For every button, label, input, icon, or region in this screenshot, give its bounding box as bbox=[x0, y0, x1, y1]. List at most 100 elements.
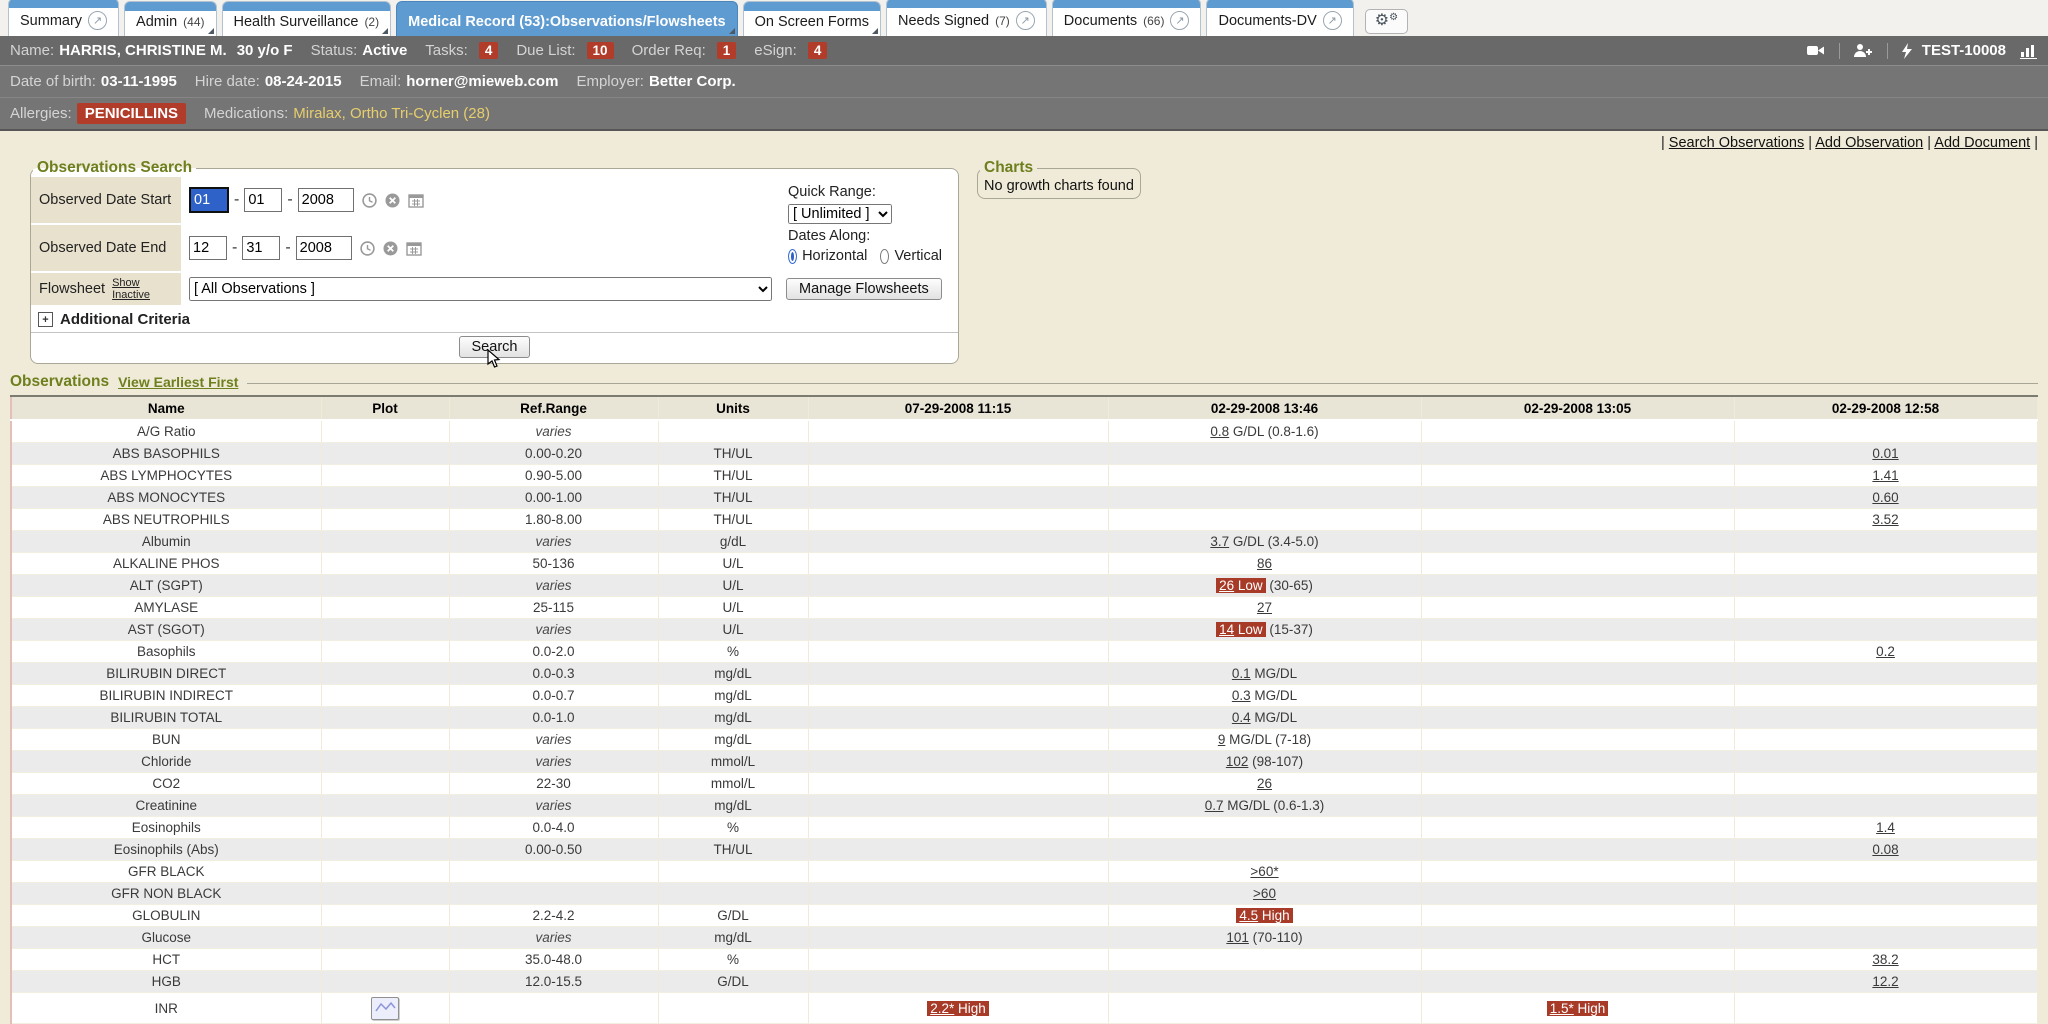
observation-value-link[interactable]: 1.41 bbox=[1872, 468, 1898, 483]
observation-value-link[interactable]: 0.60 bbox=[1872, 490, 1898, 505]
tab-health-surveillance[interactable]: Health Surveillance(2) bbox=[222, 1, 392, 36]
units: % bbox=[658, 949, 808, 971]
patient-name: HARRIS, CHRISTINE M. bbox=[59, 42, 227, 59]
date-separator: - bbox=[232, 239, 237, 257]
date-end-day-input[interactable] bbox=[242, 236, 280, 260]
medication-link[interactable]: Miralax bbox=[293, 105, 341, 122]
date-start-day-input[interactable] bbox=[244, 188, 282, 212]
observation-value-link[interactable]: >60 bbox=[1253, 886, 1276, 901]
observation-value-link[interactable]: 14 bbox=[1219, 622, 1234, 637]
observation-value-cell: 14 Low (15-37) bbox=[1108, 619, 1421, 641]
tab-documents-dv[interactable]: Documents-DV↗ bbox=[1206, 0, 1353, 36]
tab-needs-signed[interactable]: Needs Signed(7)↗ bbox=[886, 0, 1047, 36]
date-separator: - bbox=[234, 191, 239, 209]
tasks-badge[interactable]: 4 bbox=[479, 42, 499, 59]
observation-value-link[interactable]: 9 bbox=[1218, 732, 1226, 747]
bar-chart-icon[interactable] bbox=[2020, 43, 2038, 59]
tab-label: Summary bbox=[20, 13, 82, 29]
date-end-year-input[interactable] bbox=[296, 236, 352, 260]
observation-value-link[interactable]: 0.08 bbox=[1872, 842, 1898, 857]
allergy-badge[interactable]: PENICILLINS bbox=[77, 103, 186, 124]
calendar-icon[interactable] bbox=[406, 241, 422, 256]
clear-date-icon[interactable] bbox=[385, 193, 400, 208]
ref-range: 0.00-0.20 bbox=[449, 443, 658, 465]
date-end-month-input[interactable] bbox=[189, 236, 227, 260]
observation-value-link[interactable]: 0.7 bbox=[1205, 798, 1224, 813]
add-person-icon[interactable] bbox=[1854, 43, 1873, 58]
plot-cell bbox=[321, 575, 449, 597]
manage-flowsheets-button[interactable]: Manage Flowsheets bbox=[786, 278, 942, 300]
observation-value-cell bbox=[1421, 685, 1734, 707]
observation-name: AST (SGOT) bbox=[11, 619, 321, 641]
tab-label: Needs Signed bbox=[898, 13, 989, 29]
observation-value-cell bbox=[808, 839, 1108, 861]
tab-admin[interactable]: Admin(44) bbox=[124, 1, 216, 36]
ref-range: 0.0-2.0 bbox=[449, 641, 658, 663]
clear-date-icon[interactable] bbox=[383, 241, 398, 256]
vertical-radio[interactable] bbox=[880, 249, 889, 264]
observation-value-link[interactable]: 26 bbox=[1257, 776, 1272, 791]
observation-value-link[interactable]: 2.2* bbox=[930, 1001, 954, 1016]
column-header-02-29-2008-13-05: 02-29-2008 13:05 bbox=[1421, 396, 1734, 420]
tab-medical-record-53-observations-flowsheets[interactable]: Medical Record (53):Observations/Flowshe… bbox=[396, 1, 737, 36]
medication-link[interactable]: Ortho Tri-Cyclen (28) bbox=[350, 105, 490, 122]
horizontal-radio[interactable] bbox=[788, 249, 797, 264]
tab-on-screen-forms[interactable]: On Screen Forms bbox=[743, 1, 881, 36]
search-observations-link[interactable]: Search Observations bbox=[1669, 135, 1804, 151]
show-inactive-link[interactable]: Show Inactive bbox=[112, 277, 173, 301]
settings-gears-icon[interactable]: ⚙⚙ bbox=[1365, 9, 1408, 34]
observation-value-link[interactable]: 3.7 bbox=[1210, 534, 1229, 549]
observation-value-link[interactable]: 26 bbox=[1219, 578, 1234, 593]
observation-value-link[interactable]: 0.8 bbox=[1210, 424, 1229, 439]
observation-value-link[interactable]: >60* bbox=[1250, 864, 1278, 879]
observation-value-link[interactable]: 1.5* bbox=[1550, 1001, 1574, 1016]
order-req-badge[interactable]: 1 bbox=[717, 42, 737, 59]
observation-value-link[interactable]: 27 bbox=[1257, 600, 1272, 615]
lightning-icon[interactable] bbox=[1902, 43, 1912, 59]
observation-value-link[interactable]: 0.4 bbox=[1232, 710, 1251, 725]
tab-documents[interactable]: Documents(66)↗ bbox=[1052, 0, 1202, 36]
observation-value-link[interactable]: 0.01 bbox=[1872, 446, 1898, 461]
add-observation-link[interactable]: Add Observation bbox=[1815, 135, 1923, 151]
expand-plus-box-icon[interactable]: + bbox=[38, 312, 53, 327]
tasks-label: Tasks: bbox=[425, 42, 468, 59]
date-start-year-input[interactable] bbox=[298, 188, 354, 212]
add-document-link[interactable]: Add Document bbox=[1934, 135, 2030, 151]
observation-name: BILIRUBIN DIRECT bbox=[11, 663, 321, 685]
charts-panel: Charts No growth charts found bbox=[977, 159, 1141, 199]
observation-value-link[interactable]: 1.4 bbox=[1876, 820, 1895, 835]
plot-cell bbox=[321, 927, 449, 949]
plot-cell bbox=[321, 553, 449, 575]
additional-criteria-row[interactable]: + Additional Criteria bbox=[31, 307, 958, 332]
date-start-month-input[interactable] bbox=[189, 187, 229, 213]
observation-value-cell bbox=[1108, 817, 1421, 839]
line-plot-icon[interactable] bbox=[371, 997, 399, 1020]
observation-value-link[interactable]: 0.3 bbox=[1232, 688, 1251, 703]
due-list-badge[interactable]: 10 bbox=[587, 42, 614, 59]
observations-search-panel: Observations Search Observed Date Start … bbox=[30, 159, 959, 364]
column-header-ref-range: Ref.Range bbox=[449, 396, 658, 420]
observation-value-link[interactable]: 86 bbox=[1257, 556, 1272, 571]
ref-range bbox=[449, 993, 658, 1024]
flowsheet-select[interactable]: [ All Observations ] bbox=[189, 277, 772, 301]
quick-range-select[interactable]: [ Unlimited ] bbox=[788, 204, 892, 224]
observation-value-link[interactable]: 0.2 bbox=[1876, 644, 1895, 659]
observation-value-cell bbox=[1421, 729, 1734, 751]
observation-value-link[interactable]: 38.2 bbox=[1872, 952, 1898, 967]
observation-value-link[interactable]: 12.2 bbox=[1872, 974, 1898, 989]
observation-value-link[interactable]: 3.52 bbox=[1872, 512, 1898, 527]
tab-label: Documents bbox=[1064, 13, 1137, 29]
observation-value-link[interactable]: 102 bbox=[1226, 754, 1249, 769]
observation-value-cell bbox=[1108, 465, 1421, 487]
calendar-icon[interactable] bbox=[408, 193, 424, 208]
observation-value-cell: 0.2 bbox=[1734, 641, 2037, 663]
clock-icon[interactable] bbox=[360, 241, 375, 256]
observation-value-link[interactable]: 101 bbox=[1226, 930, 1249, 945]
observation-value-link[interactable]: 4.5 bbox=[1239, 908, 1258, 923]
video-camera-icon[interactable] bbox=[1807, 43, 1825, 58]
esign-badge[interactable]: 4 bbox=[808, 42, 828, 59]
view-earliest-first-link[interactable]: View Earliest First bbox=[118, 374, 238, 390]
observation-value-link[interactable]: 0.1 bbox=[1232, 666, 1251, 681]
clock-icon[interactable] bbox=[362, 193, 377, 208]
tab-summary[interactable]: Summary↗ bbox=[8, 0, 119, 36]
